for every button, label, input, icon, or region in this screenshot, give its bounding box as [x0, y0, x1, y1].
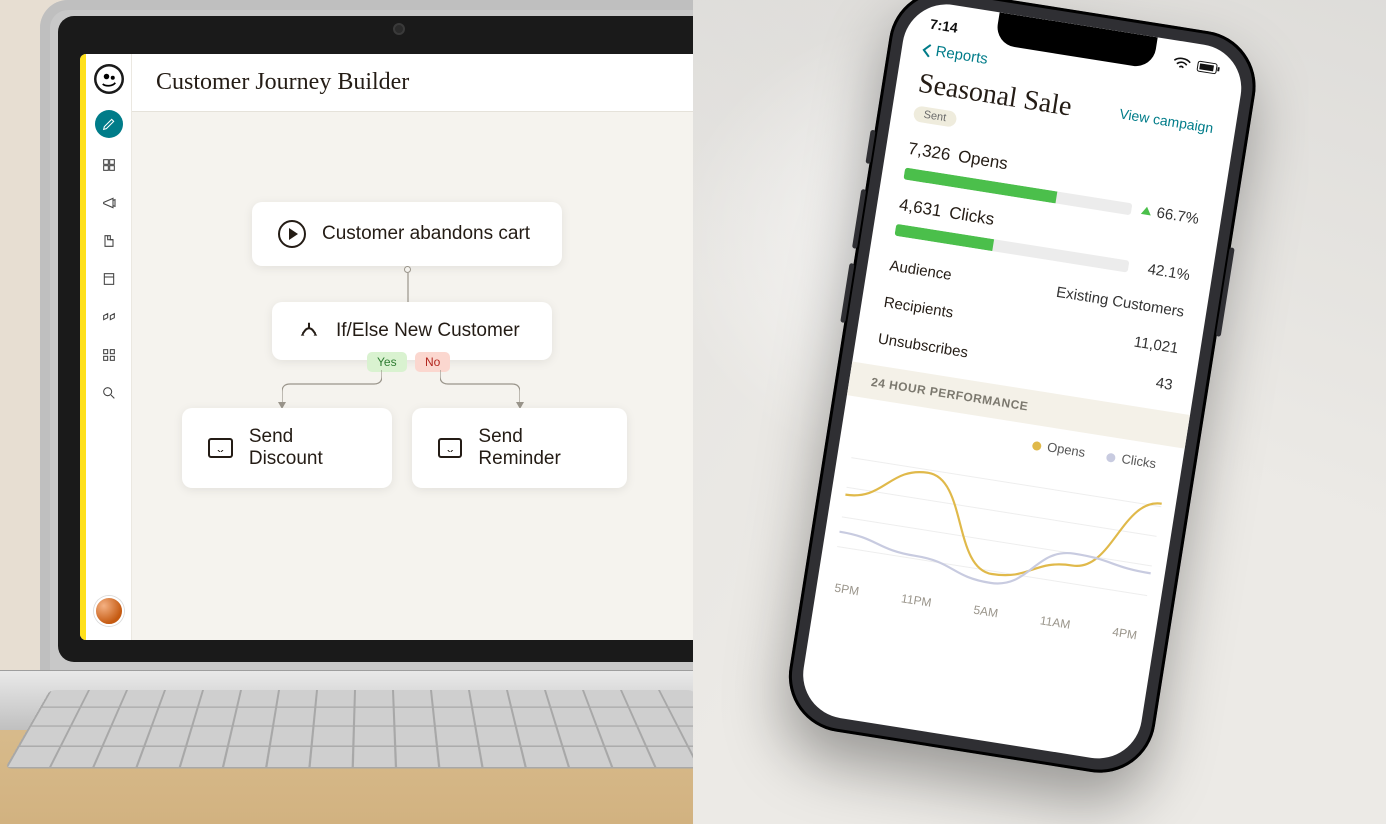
- condition-node[interactable]: If/Else New Customer: [272, 302, 552, 360]
- mute-switch: [865, 130, 875, 164]
- status-badge: Sent: [913, 105, 958, 127]
- recipients-label: Recipients: [883, 294, 955, 322]
- opens-percent: 66.7%: [1141, 202, 1200, 228]
- nav-audience-icon[interactable]: [98, 268, 120, 290]
- mail-icon: [208, 438, 233, 458]
- flow-area[interactable]: Customer abandons cart: [132, 112, 740, 640]
- nav-automations-icon[interactable]: [98, 230, 120, 252]
- legend-opens-label: Opens: [1046, 439, 1086, 460]
- page-title: Customer Journey Builder: [132, 54, 740, 112]
- app-window: Customer Journey Builder Customer abando…: [80, 54, 740, 640]
- phone-frame: 7:14 Reports: [781, 0, 1264, 781]
- chevron-left-icon: [921, 42, 933, 57]
- unsub-label: Unsubscribes: [877, 330, 969, 361]
- condition-node-label: If/Else New Customer: [336, 320, 520, 342]
- action-send-reminder[interactable]: Send Reminder: [412, 408, 627, 488]
- mail-icon: [438, 438, 462, 458]
- action-label: Send Reminder: [478, 426, 601, 470]
- nav-search-icon[interactable]: [98, 382, 120, 404]
- user-avatar[interactable]: [94, 596, 124, 626]
- branch-no-pill: No: [415, 352, 450, 372]
- trigger-node[interactable]: Customer abandons cart: [252, 202, 562, 266]
- legend-dot-clicks: [1106, 453, 1116, 463]
- clicks-percent: 42.1%: [1137, 259, 1191, 284]
- legend-clicks-label: Clicks: [1121, 451, 1158, 471]
- unsub-value: 43: [1155, 374, 1174, 393]
- audience-label: Audience: [888, 257, 952, 284]
- nav-apps-icon[interactable]: [98, 344, 120, 366]
- laptop-frame: Customer Journey Builder Customer abando…: [40, 0, 740, 680]
- branch-yes-pill: Yes: [367, 352, 407, 372]
- action-send-discount[interactable]: Send Discount: [182, 408, 392, 488]
- webcam-dot: [393, 23, 405, 35]
- laptop-scene: Customer Journey Builder Customer abando…: [0, 0, 693, 824]
- recipients-value: 11,021: [1133, 334, 1180, 358]
- trigger-node-label: Customer abandons cart: [322, 223, 530, 245]
- nav-campaigns-icon[interactable]: [98, 192, 120, 214]
- opens-count: 7,326: [907, 139, 952, 165]
- connector-dot: [404, 266, 411, 273]
- app-sidebar: [86, 54, 132, 640]
- battery-icon: [1196, 60, 1222, 76]
- laptop-keyboard: [5, 690, 738, 768]
- clicks-count: 4,631: [898, 195, 943, 221]
- nav-content-icon[interactable]: [98, 154, 120, 176]
- volume-up-button: [852, 189, 866, 249]
- phone-screen: 7:14 Reports: [797, 0, 1248, 765]
- back-label: Reports: [934, 43, 989, 68]
- nav-integrations-icon[interactable]: [98, 306, 120, 328]
- action-label: Send Discount: [249, 426, 366, 470]
- clicks-label: Clicks: [948, 203, 996, 230]
- opens-label: Opens: [957, 147, 1010, 175]
- split-icon: [298, 320, 320, 342]
- trend-up-icon: [1141, 206, 1152, 215]
- power-button: [1216, 247, 1235, 337]
- mailchimp-logo-icon[interactable]: [94, 64, 124, 94]
- wifi-icon: [1172, 56, 1192, 71]
- volume-down-button: [840, 263, 854, 323]
- play-icon: [278, 220, 306, 248]
- journey-canvas[interactable]: Customer Journey Builder Customer abando…: [132, 54, 740, 640]
- nav-create-icon[interactable]: [95, 110, 123, 138]
- legend-dot-opens: [1032, 441, 1042, 451]
- phone-scene: 7:14 Reports: [693, 0, 1386, 824]
